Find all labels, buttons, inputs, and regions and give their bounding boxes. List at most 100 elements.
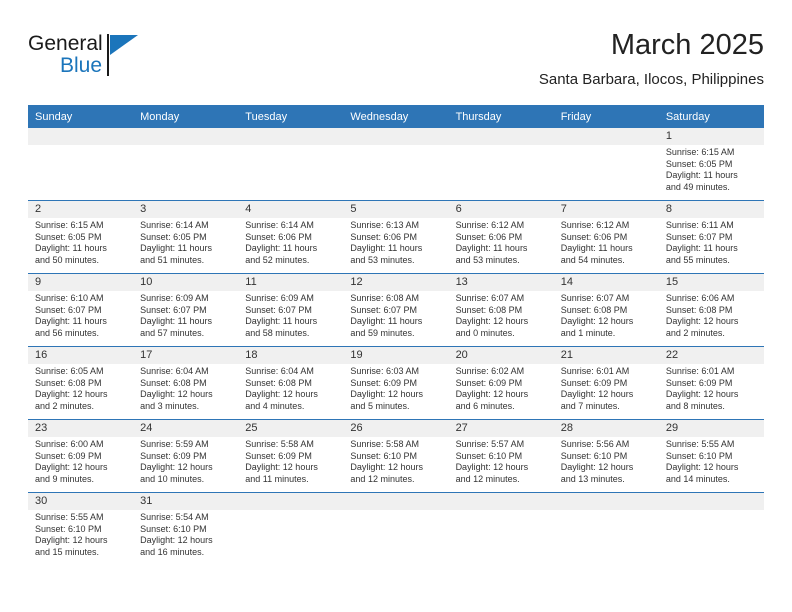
day-cell[interactable]: 5 Sunrise: 6:13 AM Sunset: 6:06 PM Daylight… (343, 201, 449, 273)
day-cell[interactable]: 22 Sunrise: 6:01 AM Sunset: 6:09 PM Dayligh… (658, 347, 764, 419)
day-cell[interactable]: 16 Sunrise: 6:05 AM Sunset: 6:08 PM Dayligh… (28, 347, 134, 419)
day-cell[interactable]: 14 Sunrise: 6:07 AM Sunset: 6:08 PM Dayligh… (553, 274, 659, 346)
day-cell[interactable]: 11 Sunrise: 6:09 AM Sunset: 6:07 PM Dayligh… (238, 274, 344, 346)
sunrise-text: Sunrise: 6:15 AM (35, 220, 104, 230)
calendar-cell: 27 Sunrise: 5:57 AM Sunset: 6:10 PM Dayligh… (448, 419, 554, 493)
daylight-text-line1: Daylight: 12 hours (665, 462, 739, 473)
calendar-cell: 13 Sunrise: 6:07 AM Sunset: 6:08 PM Dayligh… (448, 273, 554, 347)
day-cell[interactable]: 24 Sunrise: 5:59 AM Sunset: 6:09 PM Dayligh… (133, 420, 239, 492)
daylight-text-line1: Daylight: 11 hours (665, 243, 738, 254)
calendar-header-row: Sunday Monday Tuesday Wednesday Thursday… (28, 105, 764, 128)
day-number-band (553, 493, 659, 510)
calendar-cell (448, 492, 554, 566)
day-cell[interactable]: 10 Sunrise: 6:09 AM Sunset: 6:07 PM Dayligh… (133, 274, 239, 346)
day-cell[interactable]: 25 Sunrise: 5:58 AM Sunset: 6:09 PM Dayligh… (238, 420, 344, 492)
calendar-cell (343, 492, 449, 566)
day-cell[interactable]: 28 Sunrise: 5:56 AM Sunset: 6:10 PM Dayligh… (553, 420, 659, 492)
sunset-text: Sunset: 6:09 PM (455, 377, 523, 388)
day-cell[interactable]: 30 Sunrise: 5:55 AM Sunset: 6:10 PM Dayligh… (28, 493, 134, 565)
day-cell[interactable]: 2 Sunrise: 6:15 AM Sunset: 6:05 PM Daylight… (28, 201, 134, 273)
daylight-text-line1: Daylight: 12 hours (140, 535, 213, 546)
day-details: Sunrise: 6:07 AM Sunset: 6:08 PM Daylight:… (561, 293, 656, 339)
day-details: Sunrise: 6:09 AM Sunset: 6:07 PM Daylight:… (140, 293, 235, 339)
calendar-cell (238, 492, 344, 566)
sunset-text: Sunset: 6:05 PM (140, 231, 207, 242)
day-number: 13 (455, 276, 468, 288)
day-number: 2 (35, 203, 42, 215)
day-cell[interactable]: 4 Sunrise: 6:14 AM Sunset: 6:06 PM Daylight… (238, 201, 344, 273)
daylight-text-line2: and 49 minutes. (665, 181, 730, 192)
day-cell[interactable]: 31 Sunrise: 5:54 AM Sunset: 6:10 PM Dayligh… (133, 493, 239, 565)
day-cell[interactable]: 12 Sunrise: 6:08 AM Sunset: 6:07 PM Dayligh… (343, 274, 449, 346)
calendar-body: 1 Sunrise: 6:15 AM Sunset: 6:05 PM Daylight… (28, 128, 764, 566)
day-number-band (133, 201, 239, 218)
weekday-header-sunday: Sunday (28, 105, 134, 128)
day-cell[interactable]: 15 Sunrise: 6:06 AM Sunset: 6:08 PM Dayligh… (658, 274, 764, 346)
day-cell[interactable]: 17 Sunrise: 6:04 AM Sunset: 6:08 PM Dayligh… (133, 347, 239, 419)
daylight-text-line1: Daylight: 12 hours (35, 389, 108, 400)
day-number-band (343, 493, 449, 510)
day-cell[interactable]: 29 Sunrise: 5:55 AM Sunset: 6:10 PM Dayligh… (658, 420, 764, 492)
day-cell[interactable]: 7 Sunrise: 6:12 AM Sunset: 6:06 PM Daylight… (553, 201, 659, 273)
daylight-text-line1: Daylight: 11 hours (560, 243, 633, 254)
daylight-text-line1: Daylight: 11 hours (245, 316, 318, 327)
day-details: Sunrise: 5:58 AM Sunset: 6:10 PM Daylight:… (350, 439, 445, 485)
day-cell[interactable]: 6 Sunrise: 6:12 AM Sunset: 6:06 PM Daylight… (448, 201, 554, 273)
day-cell-empty (28, 128, 134, 200)
day-cell[interactable]: 18 Sunrise: 6:04 AM Sunset: 6:08 PM Dayligh… (238, 347, 344, 419)
logo-text-blue: Blue (60, 54, 103, 77)
weekday-header-saturday: Saturday (658, 105, 764, 128)
calendar-cell: 28 Sunrise: 5:56 AM Sunset: 6:10 PM Dayligh… (553, 419, 659, 493)
daylight-text-line1: Daylight: 12 hours (665, 389, 739, 400)
daylight-text-line2: and 12 minutes. (455, 473, 520, 484)
sunset-text: Sunset: 6:10 PM (140, 523, 207, 534)
daylight-text-line2: and 7 minutes. (560, 400, 620, 411)
sunrise-text: Sunrise: 6:14 AM (245, 220, 314, 230)
daylight-text-line2: and 4 minutes. (245, 400, 305, 411)
day-number: 12 (350, 276, 363, 288)
sunrise-text: Sunrise: 6:04 AM (245, 366, 314, 376)
calendar-week-row: 2 Sunrise: 6:15 AM Sunset: 6:05 PM Daylight… (28, 200, 764, 274)
calendar-cell: 19 Sunrise: 6:03 AM Sunset: 6:09 PM Dayligh… (343, 346, 449, 420)
daylight-text-line2: and 8 minutes. (665, 400, 725, 411)
day-cell[interactable]: 3 Sunrise: 6:14 AM Sunset: 6:05 PM Daylight… (133, 201, 239, 273)
day-cell[interactable]: 8 Sunrise: 6:11 AM Sunset: 6:07 PM Daylight… (658, 201, 764, 273)
general-blue-logo[interactable]: General Blue (28, 32, 228, 90)
day-details: Sunrise: 6:04 AM Sunset: 6:08 PM Daylight:… (245, 366, 340, 412)
logo-flag-icon (110, 35, 138, 55)
day-number: 5 (350, 203, 357, 215)
daylight-text-line1: Daylight: 12 hours (455, 389, 529, 400)
day-cell[interactable]: 9 Sunrise: 6:10 AM Sunset: 6:07 PM Daylight… (28, 274, 134, 346)
day-number: 23 (35, 422, 48, 434)
calendar-cell (343, 128, 449, 201)
calendar-cell (448, 128, 554, 201)
day-cell[interactable]: 13 Sunrise: 6:07 AM Sunset: 6:08 PM Dayligh… (448, 274, 554, 346)
day-cell[interactable]: 23 Sunrise: 6:00 AM Sunset: 6:09 PM Dayligh… (28, 420, 134, 492)
calendar-cell: 23 Sunrise: 6:00 AM Sunset: 6:09 PM Dayligh… (28, 419, 134, 493)
day-cell[interactable]: 21 Sunrise: 6:01 AM Sunset: 6:09 PM Dayligh… (553, 347, 659, 419)
calendar-cell: 4 Sunrise: 6:14 AM Sunset: 6:06 PM Daylight… (238, 200, 344, 274)
day-cell[interactable]: 27 Sunrise: 5:57 AM Sunset: 6:10 PM Dayligh… (448, 420, 554, 492)
day-number-band (448, 493, 554, 510)
day-cell[interactable]: 26 Sunrise: 5:58 AM Sunset: 6:10 PM Dayligh… (343, 420, 449, 492)
daylight-text-line2: and 9 minutes. (35, 473, 95, 484)
daylight-text-line2: and 53 minutes. (350, 254, 415, 265)
daylight-text-line2: and 0 minutes. (455, 327, 515, 338)
calendar-week-row: 23 Sunrise: 6:00 AM Sunset: 6:09 PM Dayligh… (28, 419, 764, 493)
calendar-cell (553, 492, 659, 566)
daylight-text-line1: Daylight: 12 hours (665, 316, 739, 327)
sunset-text: Sunset: 6:09 PM (665, 377, 733, 388)
calendar-cell: 24 Sunrise: 5:59 AM Sunset: 6:09 PM Dayligh… (133, 419, 239, 493)
sunrise-text: Sunrise: 5:57 AM (455, 439, 525, 449)
calendar-cell (28, 128, 134, 201)
day-cell[interactable]: 20 Sunrise: 6:02 AM Sunset: 6:09 PM Dayligh… (448, 347, 554, 419)
day-cell[interactable]: 19 Sunrise: 6:03 AM Sunset: 6:09 PM Dayligh… (343, 347, 449, 419)
day-number: 24 (140, 422, 153, 434)
daylight-text-line1: Daylight: 11 hours (140, 316, 213, 327)
day-details: Sunrise: 6:07 AM Sunset: 6:08 PM Daylight:… (456, 293, 551, 339)
day-cell[interactable]: 1 Sunrise: 6:15 AM Sunset: 6:05 PM Daylight… (658, 128, 764, 200)
daylight-text-line2: and 2 minutes. (665, 327, 725, 338)
page-subtitle: Santa Barbara, Ilocos, Philippines (538, 71, 764, 88)
daylight-text-line2: and 54 minutes. (560, 254, 625, 265)
sunrise-text: Sunrise: 5:58 AM (245, 439, 314, 449)
